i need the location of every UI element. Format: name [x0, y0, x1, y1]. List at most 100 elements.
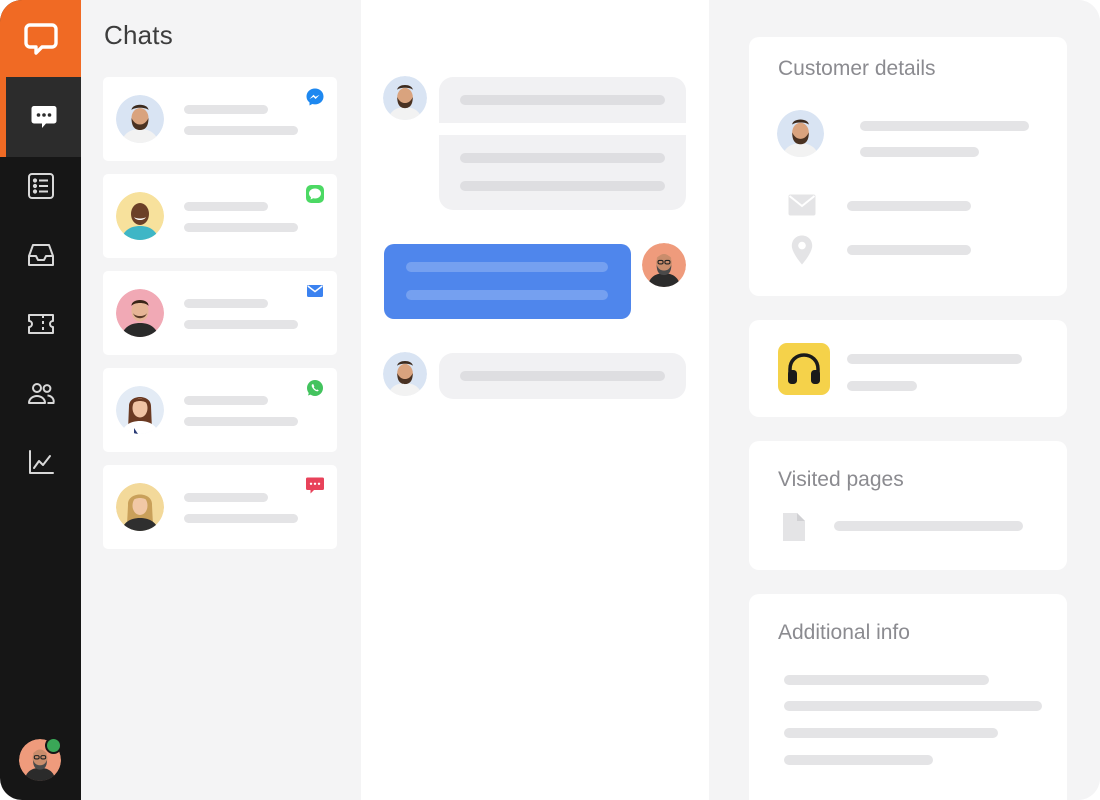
placeholder-line: [184, 105, 268, 114]
incoming-message-bubble: [439, 77, 686, 210]
placeholder-line: [406, 262, 608, 272]
chats-icon: [31, 106, 56, 128]
customer-avatar: [383, 76, 427, 120]
man-beard-avatar-icon: [383, 352, 427, 396]
avatar: [116, 289, 164, 337]
envelope-icon: [788, 194, 816, 216]
sms-icon: [306, 477, 324, 494]
channel-badge: [304, 86, 326, 108]
man-beard-avatar-icon: [777, 110, 824, 157]
inbox-icon: [27, 244, 54, 266]
conversation-panel: [361, 0, 709, 800]
placeholder-line: [460, 153, 665, 163]
man-beard-avatar-icon: [383, 76, 427, 120]
channel-badge: [304, 474, 326, 496]
card-title: Customer details: [778, 57, 936, 80]
sidebar-nav: [0, 0, 81, 800]
placeholder-line: [784, 675, 989, 685]
agent-avatar: [642, 243, 686, 287]
chat-bubble-logo-icon: [23, 22, 58, 55]
man-beard-avatar-icon: [116, 95, 164, 143]
location-row: [789, 234, 815, 266]
integration-card: [749, 320, 1067, 417]
placeholder-line: [184, 493, 268, 502]
document-icon: [783, 513, 805, 541]
placeholder-line: [847, 201, 971, 211]
chats-panel: Chats: [81, 0, 361, 800]
man-pink-bg-avatar-icon: [116, 289, 164, 337]
list-icon: [27, 173, 54, 199]
placeholder-line: [860, 121, 1029, 131]
messenger-icon: [306, 88, 324, 106]
nav-item-inbox[interactable]: [0, 225, 81, 285]
channel-badge: [304, 280, 326, 302]
placeholder-line: [784, 701, 1042, 711]
bubble-separator: [439, 123, 686, 135]
avatar: [116, 192, 164, 240]
nav-item-customers[interactable]: [0, 363, 81, 423]
placeholder-line: [184, 223, 298, 232]
card-title: Visited pages: [778, 468, 904, 491]
reports-icon: [28, 450, 54, 474]
chat-list-item[interactable]: [103, 77, 337, 161]
chat-list-item[interactable]: [103, 174, 337, 258]
placeholder-line: [860, 147, 979, 157]
chat-list-item[interactable]: [103, 465, 337, 549]
placeholder-line: [184, 514, 298, 523]
additional-info-card: Additional info: [749, 594, 1067, 800]
customer-details-card: Customer details: [749, 37, 1067, 296]
placeholder-line: [184, 202, 268, 211]
nav-item-chats[interactable]: [6, 77, 81, 157]
page-row: [781, 512, 807, 542]
placeholder-line: [847, 381, 917, 391]
placeholder-line: [460, 95, 665, 105]
woman-blonde-avatar-icon: [116, 483, 164, 531]
placeholder-line: [184, 126, 298, 135]
placeholder-line: [460, 181, 665, 191]
location-pin-icon: [791, 235, 813, 265]
nav-item-reports[interactable]: [0, 432, 81, 492]
app-logo[interactable]: [0, 0, 81, 77]
online-status-dot: [45, 737, 62, 754]
outgoing-message-bubble: [384, 244, 631, 319]
email-row: [787, 193, 817, 217]
nav-item-list[interactable]: [0, 156, 81, 216]
card-title: Additional info: [778, 621, 910, 644]
avatar: [116, 95, 164, 143]
customers-icon: [27, 383, 55, 404]
customer-avatar: [777, 110, 824, 157]
incoming-message-bubble: [439, 353, 686, 399]
placeholder-line: [184, 417, 298, 426]
agent-face-icon: [642, 243, 686, 287]
page-title: Chats: [104, 20, 173, 50]
avatar: [116, 386, 164, 434]
woman-avatar-icon: [116, 386, 164, 434]
placeholder-line: [184, 299, 268, 308]
placeholder-line: [784, 728, 998, 738]
imessage-icon: [306, 185, 324, 203]
details-panel: Customer details Visited pages Additiona…: [709, 0, 1100, 800]
placeholder-line: [847, 354, 1022, 364]
visited-pages-card: Visited pages: [749, 441, 1067, 570]
chat-list-item[interactable]: [103, 271, 337, 355]
placeholder-line: [834, 521, 1023, 531]
placeholder-line: [184, 396, 268, 405]
customer-avatar: [383, 352, 427, 396]
placeholder-line: [847, 245, 971, 255]
placeholder-line: [406, 290, 608, 300]
nav-item-tickets[interactable]: [0, 294, 81, 354]
placeholder-line: [184, 320, 298, 329]
app-window: Chats Customer details Visited pages Add…: [0, 0, 1100, 800]
man-smiling-avatar-icon: [116, 192, 164, 240]
headphones-icon: [788, 353, 820, 384]
channel-badge: [304, 377, 326, 399]
ticket-icon: [27, 314, 54, 334]
placeholder-line: [784, 755, 933, 765]
email-icon: [307, 285, 323, 297]
avatar: [116, 483, 164, 531]
app-tile[interactable]: [778, 343, 830, 395]
placeholder-line: [460, 371, 665, 381]
whatsapp-icon: [307, 380, 323, 396]
chat-list-item[interactable]: [103, 368, 337, 452]
channel-badge: [304, 183, 326, 205]
